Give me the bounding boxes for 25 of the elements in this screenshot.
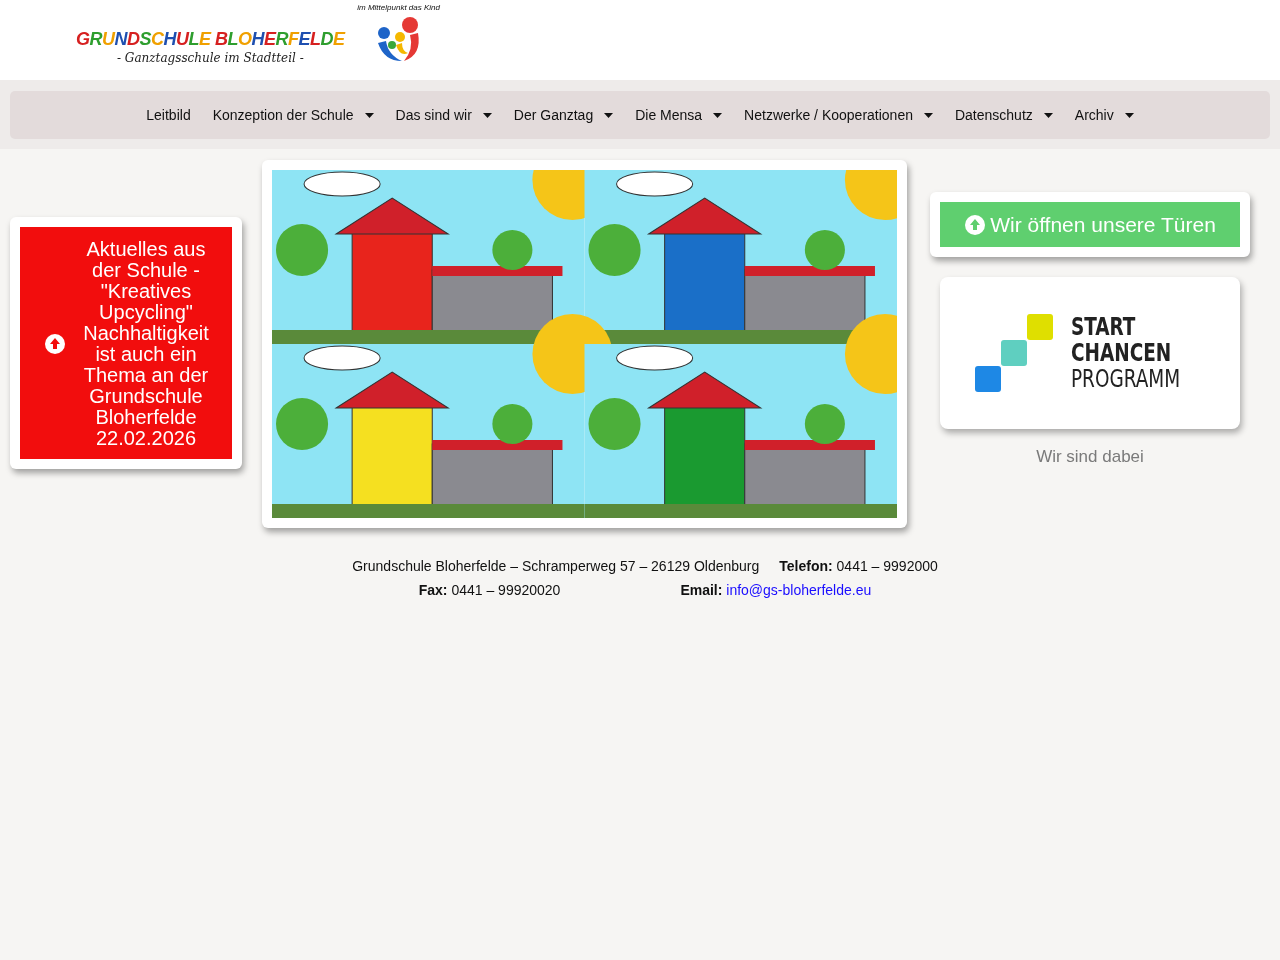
logo-motto: im Mittelpunkt das Kind [357, 3, 440, 13]
nav-link[interactable]: Das sind wir [384, 107, 503, 123]
email-label: Email: [680, 582, 723, 598]
logo-text: PROGRAMM [1071, 366, 1181, 392]
program-logo-card[interactable]: START CHANCEN PROGRAMM [940, 277, 1240, 429]
email-link[interactable]: info@gs-bloherfelde.eu [726, 582, 872, 598]
contact-text: Fax: 0441 – 99920020 [418, 582, 561, 598]
address-text: Grundschule Bloherfelde – Schramperweg 57 – 26129 Oldenburg [352, 558, 760, 574]
logo-subtitle: - Ganztagsschule im Stadtteil - [116, 50, 304, 66]
news-button[interactable]: Aktuelles aus der Schule - "Kreatives Upcycling" Nachhaltigkeit ist auch ein Thema an der Grundschule Bloherfelde 22.02.2026 [20, 227, 232, 459]
nav-link[interactable]: Netzwerke / Kooperationen [733, 107, 944, 123]
nav-link[interactable]: Die Mensa [624, 107, 734, 123]
nav-link[interactable]: Leitbild [135, 107, 202, 123]
arrow-up-circle-icon [44, 333, 66, 355]
nav-link[interactable]: Konzeption der Schule [201, 107, 385, 123]
squares-icon [975, 314, 1054, 392]
logo-text: START [1071, 314, 1137, 340]
nav-link[interactable]: Archiv [1063, 107, 1145, 123]
nav-link[interactable]: Der Ganztag [502, 107, 625, 123]
logo-title: GRUNDSCHULE BLOHERFELDE [76, 28, 345, 50]
contact-text: Telefon: 0441 – 9992000 [779, 558, 938, 574]
nav-link[interactable]: Datenschutz [943, 107, 1064, 123]
logo-text: CHANCEN [1071, 340, 1173, 366]
arrow-up-circle-icon [964, 213, 987, 236]
program-caption: Wir sind dabei [1036, 447, 1144, 467]
